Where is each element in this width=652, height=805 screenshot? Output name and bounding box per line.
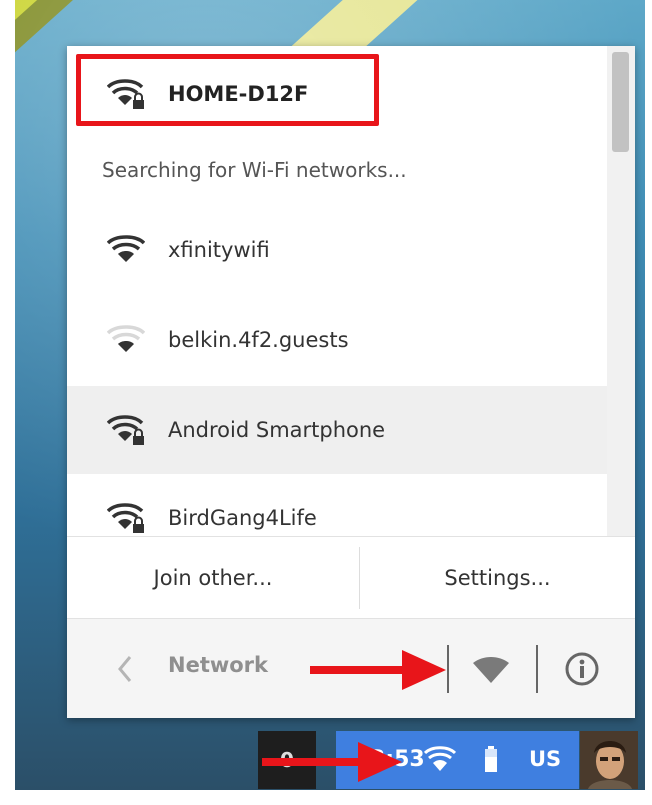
wifi-lock-icon xyxy=(107,415,144,445)
network-item-home[interactable]: HOME-D12F xyxy=(67,46,607,142)
footer-divider xyxy=(447,645,449,693)
network-item-birdgang4life[interactable]: BirdGang4Life xyxy=(67,474,607,536)
join-other-button[interactable]: Join other... xyxy=(67,537,359,618)
battery-icon xyxy=(485,746,497,772)
network-list: HOME-D12F Searching for Wi-Fi networks..… xyxy=(67,46,607,536)
network-item-android-smartphone[interactable]: Android Smartphone xyxy=(67,386,607,474)
network-list-scrollbar[interactable] xyxy=(607,46,635,536)
back-button[interactable] xyxy=(111,649,139,689)
network-item-belkin[interactable]: belkin.4f2.guests xyxy=(67,296,607,384)
avatar[interactable] xyxy=(580,731,638,789)
desktop-screen: HOME-D12F Searching for Wi-Fi networks..… xyxy=(0,0,652,805)
shelf-notification-counter[interactable]: 0 xyxy=(258,731,316,789)
wifi-icon xyxy=(107,235,145,262)
tray-language: US xyxy=(529,747,562,771)
network-popup: HOME-D12F Searching for Wi-Fi networks..… xyxy=(67,46,635,718)
network-actions: Join other... Settings... xyxy=(67,536,635,618)
wifi-toggle-icon[interactable] xyxy=(471,653,511,685)
network-item-xfinitywifi[interactable]: xfinitywifi xyxy=(67,206,607,294)
searching-status: Searching for Wi-Fi networks... xyxy=(102,158,407,182)
wifi-lock-icon xyxy=(107,79,144,109)
user-photo xyxy=(580,731,638,789)
network-name: Android Smartphone xyxy=(168,418,386,442)
network-name: xfinitywifi xyxy=(168,238,270,262)
network-name: HOME-D12F xyxy=(168,82,309,106)
status-tray[interactable]: 3:53 US xyxy=(336,731,579,789)
network-name: belkin.4f2.guests xyxy=(168,328,349,352)
settings-button[interactable]: Settings... xyxy=(360,537,635,618)
network-footer: Network xyxy=(67,618,635,718)
footer-title: Network xyxy=(168,653,269,677)
wifi-lock-icon xyxy=(107,503,144,533)
footer-divider xyxy=(536,645,538,693)
wifi-icon xyxy=(424,746,456,771)
chevron-left-icon xyxy=(118,656,132,682)
tray-clock: 3:53 xyxy=(370,747,425,772)
wifi-weak-icon xyxy=(107,325,145,352)
info-icon[interactable] xyxy=(564,651,600,687)
scrollbar-thumb[interactable] xyxy=(612,52,629,152)
network-name: BirdGang4Life xyxy=(168,506,317,530)
